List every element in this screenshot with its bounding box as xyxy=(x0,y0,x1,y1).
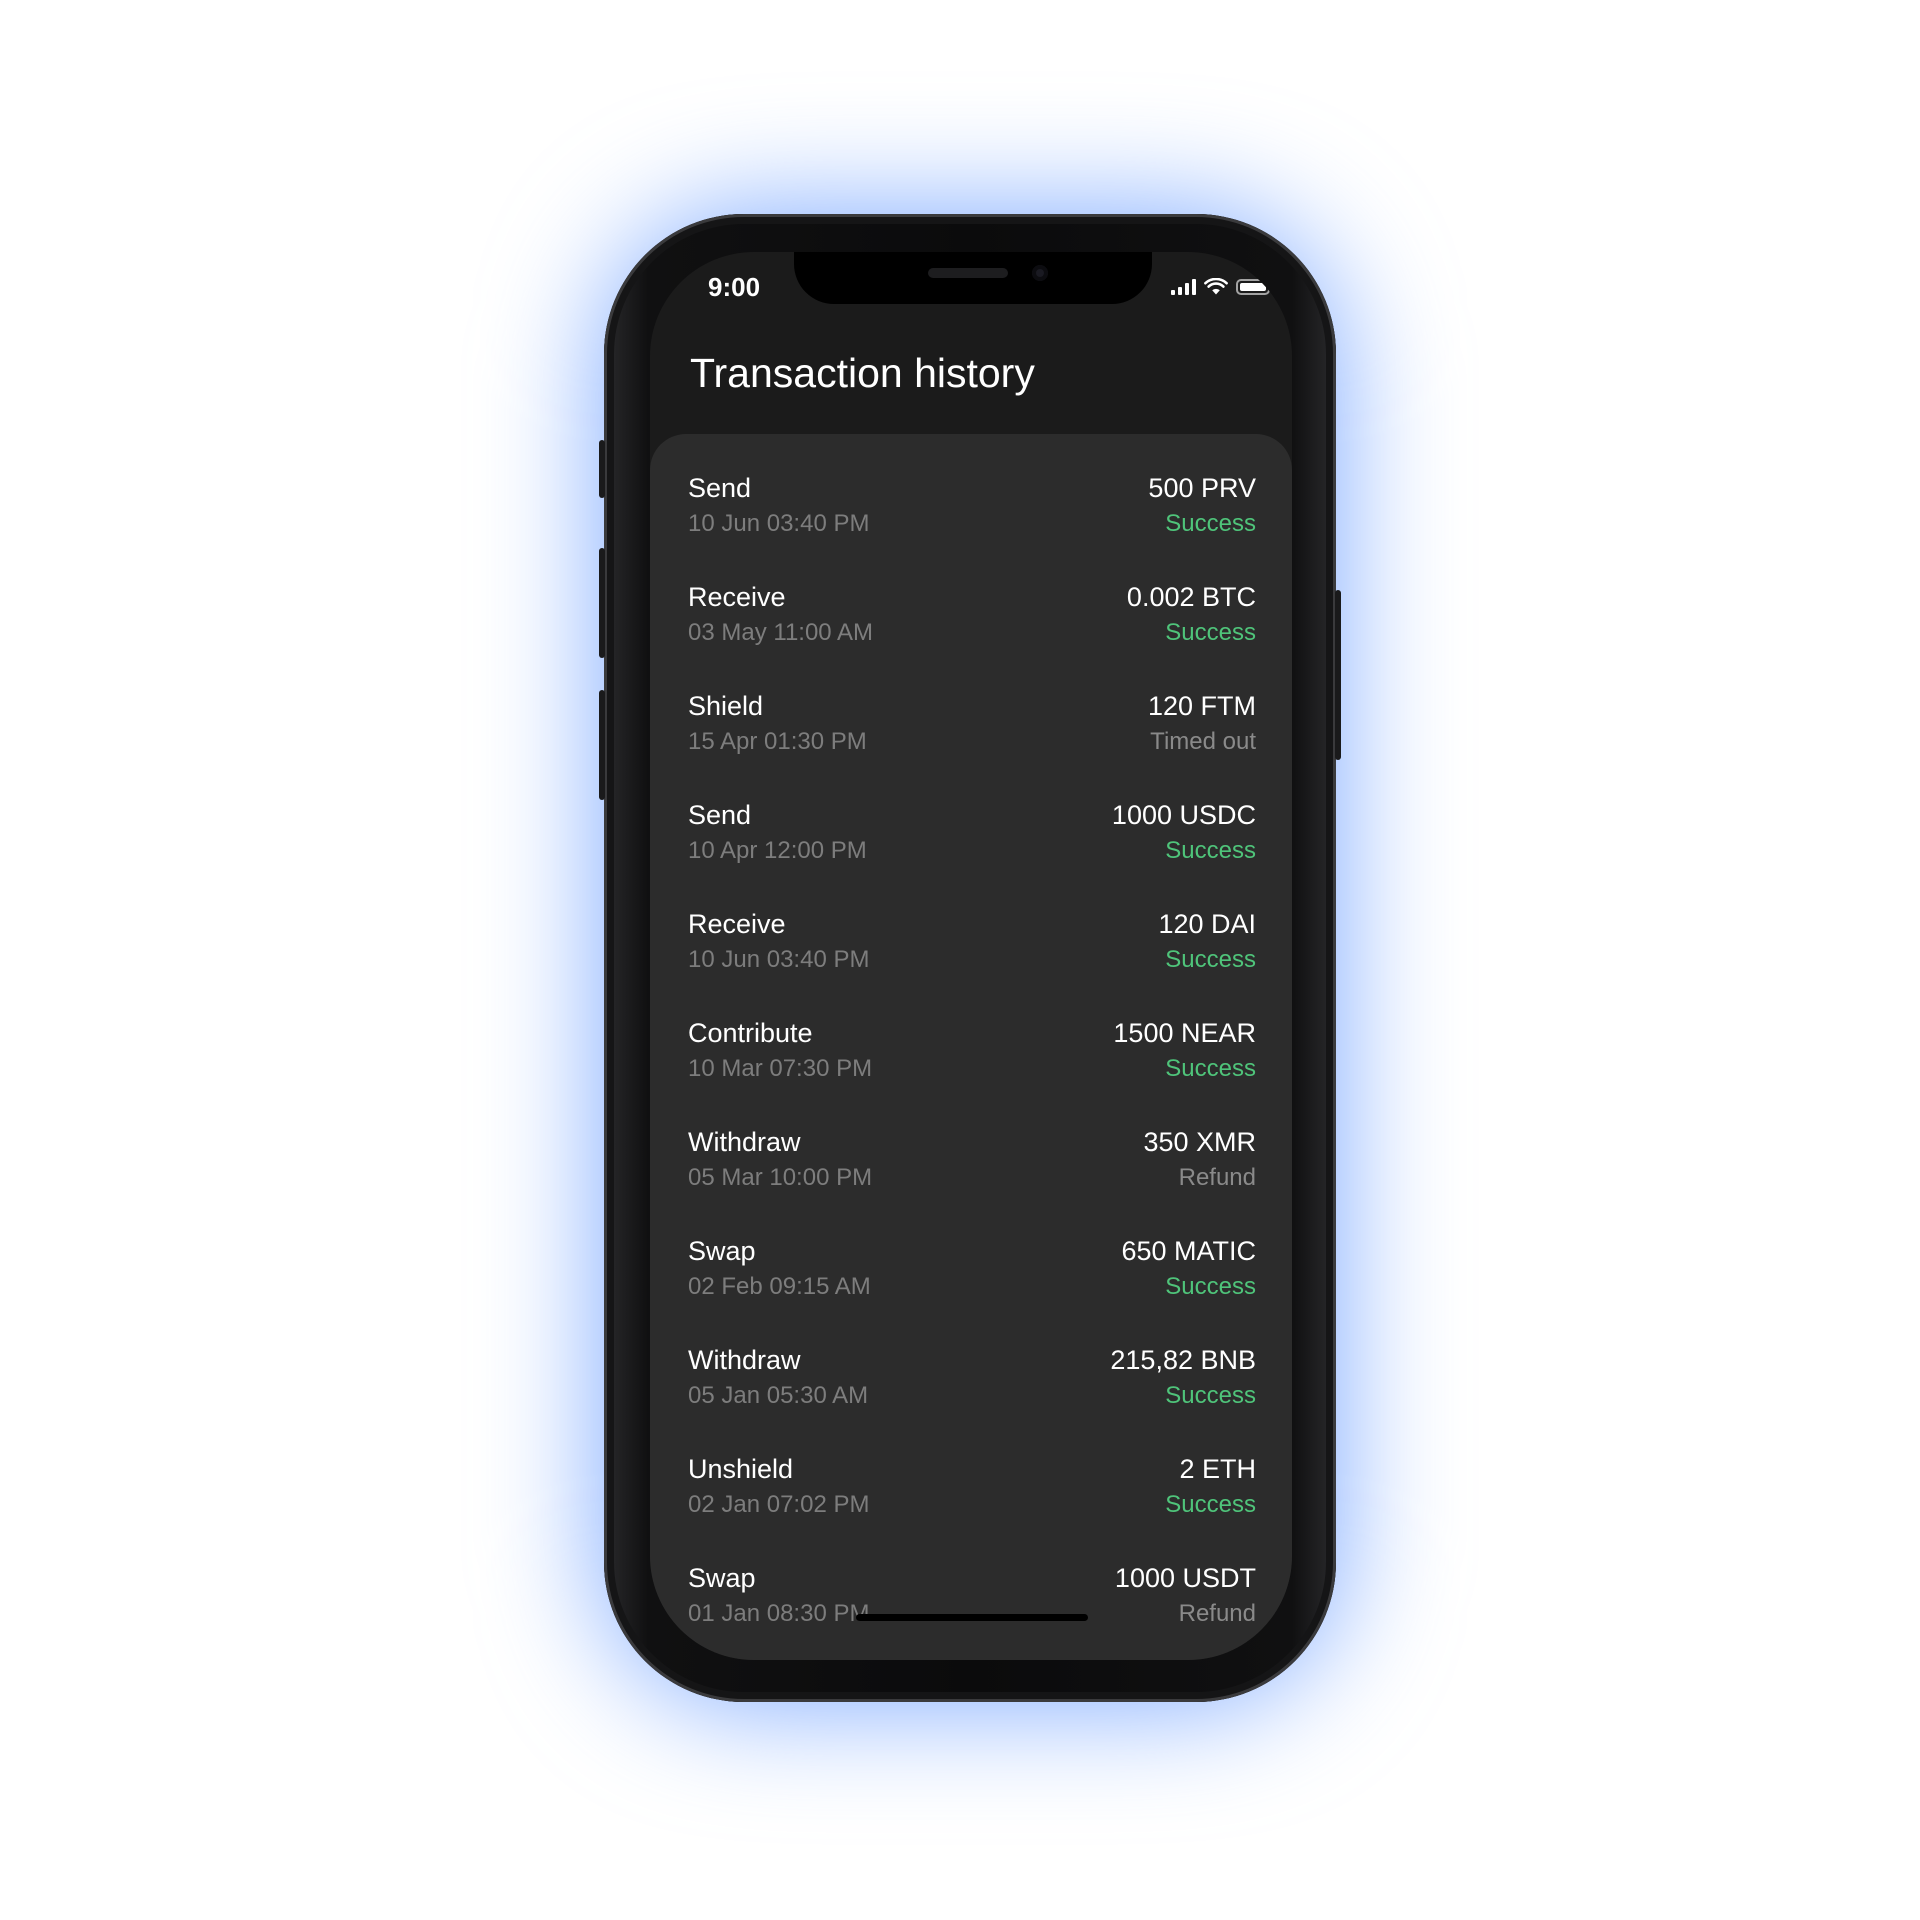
transaction-status: Success xyxy=(1165,946,1256,973)
transaction-row[interactable]: Contribute 10 Mar 07:30 PM 1500 NEAR Suc… xyxy=(688,1015,1256,1095)
transaction-type: Receive xyxy=(688,582,786,612)
transaction-status: Success xyxy=(1165,1273,1256,1300)
cellular-signal-icon xyxy=(1171,279,1196,295)
transaction-amount: 1000 USDT xyxy=(1114,1563,1256,1593)
transaction-date: 03 May 11:00 AM xyxy=(688,619,873,646)
transaction-status: Success xyxy=(1165,619,1256,646)
transaction-amount: 2 ETH xyxy=(1179,1454,1256,1484)
transaction-row[interactable]: Send 10 Apr 12:00 PM 1000 USDC Success xyxy=(688,797,1256,877)
transaction-type: Contribute xyxy=(688,1018,813,1048)
transaction-date: 10 Mar 07:30 PM xyxy=(688,1055,873,1082)
transaction-type: Unshield xyxy=(688,1454,794,1484)
transaction-date: 10 Apr 12:00 PM xyxy=(688,837,867,864)
transaction-status: Timed out xyxy=(1150,728,1256,755)
front-camera xyxy=(1032,265,1048,281)
notch xyxy=(794,252,1152,304)
transaction-amount: 350 XMR xyxy=(1143,1127,1256,1157)
power-button xyxy=(1335,590,1341,760)
transaction-status: Success xyxy=(1165,1055,1256,1082)
stage: 9:00 Transaction history Send 10 Jun 03:… xyxy=(0,0,1920,1920)
wifi-icon xyxy=(1204,278,1228,295)
mute-switch xyxy=(599,440,605,498)
transaction-date: 01 Jan 08:30 PM xyxy=(688,1600,870,1627)
transaction-type: Shield xyxy=(688,691,764,721)
volume-down-button xyxy=(599,690,605,800)
status-icons xyxy=(1171,278,1273,295)
transaction-status: Success xyxy=(1165,1382,1256,1409)
status-time: 9:00 xyxy=(708,272,761,302)
transaction-amount: 1000 USDC xyxy=(1111,800,1256,830)
transaction-amount: 650 MATIC xyxy=(1121,1236,1256,1266)
transaction-status: Refund xyxy=(1178,1600,1256,1627)
transaction-date: 05 Mar 10:00 PM xyxy=(688,1164,873,1191)
transaction-amount: 120 FTM xyxy=(1147,691,1256,721)
transaction-type: Receive xyxy=(688,909,786,939)
transaction-date: 10 Jun 03:40 PM xyxy=(688,946,870,973)
speaker-grille xyxy=(928,268,1008,278)
transaction-amount: 0.002 BTC xyxy=(1126,582,1256,612)
transaction-row[interactable]: Receive 10 Jun 03:40 PM 120 DAI Success xyxy=(688,906,1256,986)
transaction-status: Success xyxy=(1165,837,1256,864)
transaction-amount: 500 PRV xyxy=(1148,473,1256,503)
transaction-row[interactable]: Withdraw 05 Mar 10:00 PM 350 XMR Refund xyxy=(688,1124,1256,1204)
transaction-date: 10 Jun 03:40 PM xyxy=(688,510,870,537)
transaction-date: 02 Feb 09:15 AM xyxy=(688,1273,871,1300)
transaction-row[interactable]: Shield 15 Apr 01:30 PM 120 FTM Timed out xyxy=(688,688,1256,768)
transaction-date: 15 Apr 01:30 PM xyxy=(688,728,867,755)
transaction-status: Success xyxy=(1165,510,1256,537)
transaction-status: Refund xyxy=(1178,1164,1256,1191)
page-title: Transaction history xyxy=(690,350,1035,396)
transaction-amount: 1500 NEAR xyxy=(1113,1018,1256,1048)
transaction-amount: 215,82 BNB xyxy=(1110,1345,1256,1375)
phone-screen: 9:00 Transaction history Send 10 Jun 03:… xyxy=(650,252,1292,1660)
volume-up-button xyxy=(599,548,605,658)
transaction-type: Withdraw xyxy=(688,1127,801,1157)
transaction-row[interactable]: Withdraw 05 Jan 05:30 AM 215,82 BNB Succ… xyxy=(688,1342,1256,1422)
transaction-type: Send xyxy=(688,473,752,503)
transaction-row[interactable]: Swap 02 Feb 09:15 AM 650 MATIC Success xyxy=(688,1233,1256,1313)
battery-icon xyxy=(1236,279,1273,295)
transaction-row[interactable]: Swap 01 Jan 08:30 PM 1000 USDT Refund xyxy=(688,1560,1256,1640)
transaction-type: Swap xyxy=(688,1236,756,1266)
home-indicator[interactable] xyxy=(856,1614,1088,1621)
transaction-status: Success xyxy=(1165,1491,1256,1518)
transaction-type: Swap xyxy=(688,1563,756,1593)
transaction-type: Send xyxy=(688,800,752,830)
transaction-amount: 120 DAI xyxy=(1158,909,1256,939)
transaction-date: 05 Jan 05:30 AM xyxy=(688,1382,869,1409)
transaction-date: 02 Jan 07:02 PM xyxy=(688,1491,870,1518)
transaction-type: Withdraw xyxy=(688,1345,801,1375)
transaction-row[interactable]: Unshield 02 Jan 07:02 PM 2 ETH Success xyxy=(688,1451,1256,1531)
transaction-row[interactable]: Receive 03 May 11:00 AM 0.002 BTC Succes… xyxy=(688,579,1256,659)
transaction-row[interactable]: Send 10 Jun 03:40 PM 500 PRV Success xyxy=(688,470,1256,550)
